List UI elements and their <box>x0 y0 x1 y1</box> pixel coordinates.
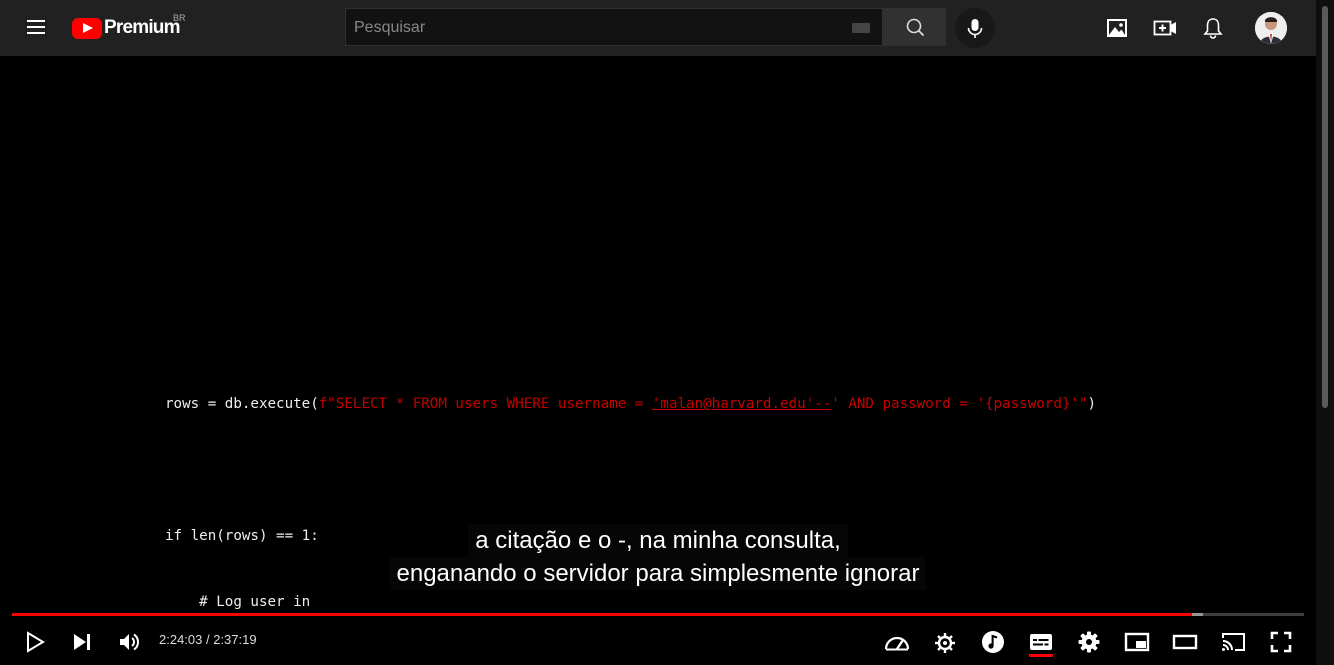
create-video-icon[interactable] <box>1152 15 1178 41</box>
speedometer-icon <box>884 636 910 651</box>
caption-line-1: a citação e o -, na minha consulta, <box>468 524 848 557</box>
account-avatar[interactable] <box>1255 12 1287 44</box>
logo-text: Premium <box>104 17 181 38</box>
video-player[interactable]: rows = db.execute(f"SELECT * FROM users … <box>0 56 1316 665</box>
theater-mode-icon <box>1172 634 1198 650</box>
progress-bar[interactable] <box>12 613 1304 616</box>
search-box <box>345 8 883 47</box>
avatar-image <box>1255 12 1287 44</box>
fullscreen-button[interactable] <box>1263 624 1299 660</box>
ambient-mode-button[interactable] <box>927 624 963 660</box>
code-line-1: rows = db.execute(f"SELECT * FROM users … <box>165 396 1097 412</box>
scrollbar-thumb[interactable] <box>1322 6 1328 408</box>
music-button[interactable] <box>975 624 1011 660</box>
cast-button[interactable] <box>1215 624 1251 660</box>
miniplayer-button[interactable] <box>1119 624 1155 660</box>
progress-played <box>12 613 1192 616</box>
settings-button[interactable] <box>1071 624 1107 660</box>
search-button[interactable] <box>883 8 946 46</box>
volume-icon <box>120 633 140 651</box>
caption-window: a citação e o -, na minha consulta, enga… <box>0 524 1316 590</box>
voice-search-button[interactable] <box>955 8 995 48</box>
hamburger-icon <box>27 20 45 22</box>
next-button[interactable] <box>64 624 100 660</box>
guide-menu-button[interactable] <box>22 16 50 40</box>
skip-next-icon <box>74 634 90 650</box>
video-code-frame: rows = db.execute(f"SELECT * FROM users … <box>165 349 1096 657</box>
keyboard-icon[interactable] <box>852 23 870 33</box>
youtube-premium-logo[interactable]: Premium <box>72 16 181 40</box>
notifications-bell-icon[interactable] <box>1200 15 1226 41</box>
play-button[interactable] <box>16 624 52 660</box>
cast-icon <box>1222 633 1245 651</box>
code-line-3: # Log user in <box>165 594 311 610</box>
country-code: BR <box>173 13 186 23</box>
playback-speed-button[interactable] <box>879 624 915 660</box>
search-input[interactable] <box>352 9 836 47</box>
masthead: Premium BR <box>0 0 1316 56</box>
page-scrollbar[interactable] <box>1316 0 1334 665</box>
music-note-icon <box>982 631 1004 653</box>
image-icon[interactable] <box>1104 15 1130 41</box>
gear-icon <box>1078 631 1100 653</box>
microphone-icon <box>967 19 983 38</box>
miniplayer-icon <box>1124 632 1150 652</box>
fullscreen-icon <box>1270 631 1292 653</box>
mute-button[interactable] <box>111 624 147 660</box>
time-display: 2:24:03 / 2:37:19 <box>159 632 257 647</box>
caption-line-2: enganando o servidor para simplesmente i… <box>389 557 927 590</box>
sun-gear-icon <box>935 633 955 653</box>
search-icon <box>906 18 925 37</box>
play-icon <box>27 631 45 653</box>
theater-mode-button[interactable] <box>1167 624 1203 660</box>
subtitles-active-indicator <box>1029 654 1053 657</box>
youtube-play-logo-icon <box>72 17 102 39</box>
